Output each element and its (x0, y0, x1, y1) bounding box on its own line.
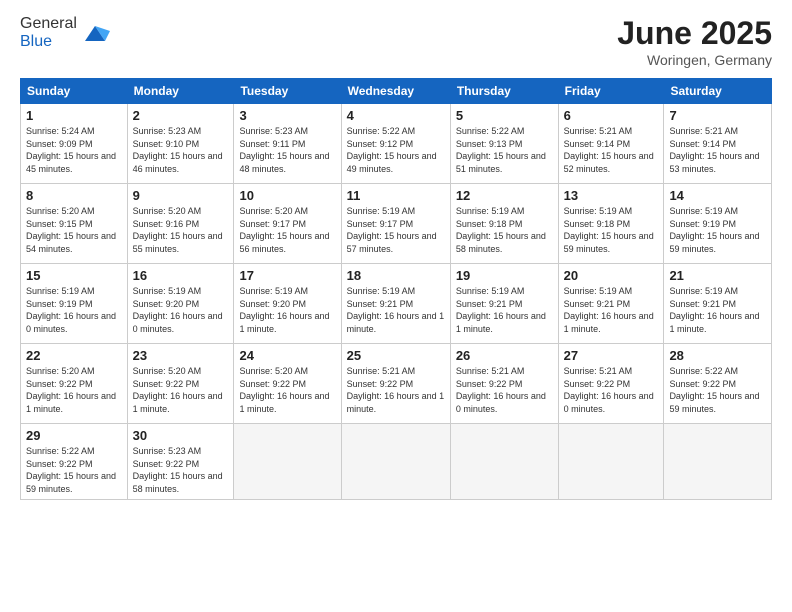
logo: General Blue (20, 15, 110, 51)
table-row: 27Sunrise: 5:21 AMSunset: 9:22 PMDayligh… (558, 344, 664, 424)
table-row: 28Sunrise: 5:22 AMSunset: 9:22 PMDayligh… (664, 344, 772, 424)
table-row: 11Sunrise: 5:19 AMSunset: 9:17 PMDayligh… (341, 184, 450, 264)
table-row: 24Sunrise: 5:20 AMSunset: 9:22 PMDayligh… (234, 344, 341, 424)
col-tuesday: Tuesday (234, 79, 341, 104)
table-row: 29Sunrise: 5:22 AMSunset: 9:22 PMDayligh… (21, 424, 128, 500)
table-row: 9Sunrise: 5:20 AMSunset: 9:16 PMDaylight… (127, 184, 234, 264)
table-row: 6Sunrise: 5:21 AMSunset: 9:14 PMDaylight… (558, 104, 664, 184)
table-row: 4Sunrise: 5:22 AMSunset: 9:12 PMDaylight… (341, 104, 450, 184)
table-row (664, 424, 772, 500)
col-sunday: Sunday (21, 79, 128, 104)
table-row (558, 424, 664, 500)
table-row (450, 424, 558, 500)
col-monday: Monday (127, 79, 234, 104)
col-thursday: Thursday (450, 79, 558, 104)
table-row: 2Sunrise: 5:23 AMSunset: 9:10 PMDaylight… (127, 104, 234, 184)
col-wednesday: Wednesday (341, 79, 450, 104)
table-row: 26Sunrise: 5:21 AMSunset: 9:22 PMDayligh… (450, 344, 558, 424)
table-row: 20Sunrise: 5:19 AMSunset: 9:21 PMDayligh… (558, 264, 664, 344)
table-row: 16Sunrise: 5:19 AMSunset: 9:20 PMDayligh… (127, 264, 234, 344)
table-row: 18Sunrise: 5:19 AMSunset: 9:21 PMDayligh… (341, 264, 450, 344)
table-row: 5Sunrise: 5:22 AMSunset: 9:13 PMDaylight… (450, 104, 558, 184)
table-row: 8Sunrise: 5:20 AMSunset: 9:15 PMDaylight… (21, 184, 128, 264)
table-row: 1Sunrise: 5:24 AMSunset: 9:09 PMDaylight… (21, 104, 128, 184)
table-row: 15Sunrise: 5:19 AMSunset: 9:19 PMDayligh… (21, 264, 128, 344)
table-row: 25Sunrise: 5:21 AMSunset: 9:22 PMDayligh… (341, 344, 450, 424)
table-row: 23Sunrise: 5:20 AMSunset: 9:22 PMDayligh… (127, 344, 234, 424)
table-row: 10Sunrise: 5:20 AMSunset: 9:17 PMDayligh… (234, 184, 341, 264)
table-row: 17Sunrise: 5:19 AMSunset: 9:20 PMDayligh… (234, 264, 341, 344)
calendar-header-row: Sunday Monday Tuesday Wednesday Thursday… (21, 79, 772, 104)
table-row: 14Sunrise: 5:19 AMSunset: 9:19 PMDayligh… (664, 184, 772, 264)
table-row: 19Sunrise: 5:19 AMSunset: 9:21 PMDayligh… (450, 264, 558, 344)
month-title: June 2025 (617, 15, 772, 52)
col-friday: Friday (558, 79, 664, 104)
title-block: June 2025 Woringen, Germany (617, 15, 772, 68)
table-row: 21Sunrise: 5:19 AMSunset: 9:21 PMDayligh… (664, 264, 772, 344)
logo-blue-text: Blue (20, 33, 52, 50)
table-row (341, 424, 450, 500)
table-row: 13Sunrise: 5:19 AMSunset: 9:18 PMDayligh… (558, 184, 664, 264)
table-row: 22Sunrise: 5:20 AMSunset: 9:22 PMDayligh… (21, 344, 128, 424)
logo-general-text: General (20, 15, 77, 32)
table-row: 30Sunrise: 5:23 AMSunset: 9:22 PMDayligh… (127, 424, 234, 500)
logo-icon (80, 21, 110, 46)
table-row: 12Sunrise: 5:19 AMSunset: 9:18 PMDayligh… (450, 184, 558, 264)
page-header: General Blue June 2025 Woringen, Germany (20, 15, 772, 68)
location: Woringen, Germany (617, 52, 772, 68)
calendar-table: Sunday Monday Tuesday Wednesday Thursday… (20, 78, 772, 500)
table-row: 3Sunrise: 5:23 AMSunset: 9:11 PMDaylight… (234, 104, 341, 184)
table-row: 7Sunrise: 5:21 AMSunset: 9:14 PMDaylight… (664, 104, 772, 184)
col-saturday: Saturday (664, 79, 772, 104)
table-row (234, 424, 341, 500)
